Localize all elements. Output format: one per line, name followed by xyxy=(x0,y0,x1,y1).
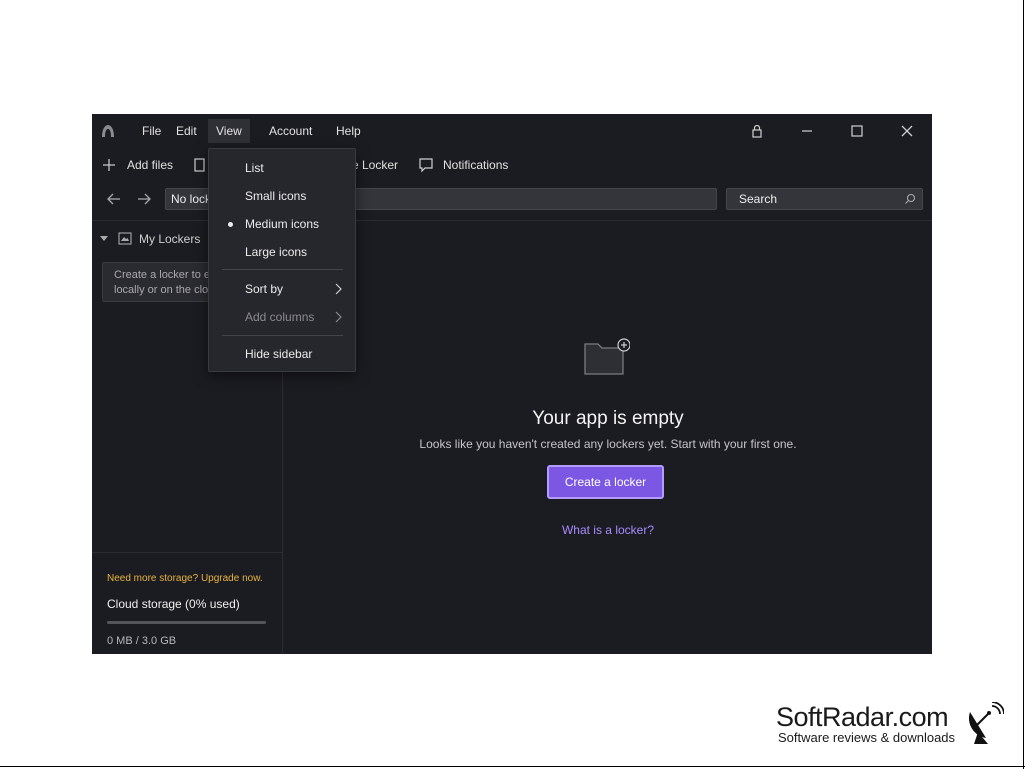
view-menu-add-columns: Add columns xyxy=(245,310,315,324)
add-files-button[interactable]: Add files xyxy=(127,155,173,175)
storage-used-text: 0 MB / 3.0 GB xyxy=(107,635,177,647)
view-menu-large-icons[interactable]: Large icons xyxy=(245,243,307,261)
page-edge-bottom xyxy=(0,766,1025,767)
device-icon xyxy=(194,158,205,172)
storage-progress-bar xyxy=(107,621,266,624)
empty-state-title: Your app is empty xyxy=(532,408,684,429)
view-menu-medium-icons[interactable]: Medium icons xyxy=(245,215,319,233)
locker-button-partial[interactable]: e Locker xyxy=(352,155,398,175)
menu-help[interactable]: Help xyxy=(328,119,369,143)
close-icon[interactable] xyxy=(897,121,917,141)
main-content: Your app is empty Looks like you haven't… xyxy=(284,220,932,654)
page-edge-right xyxy=(1023,0,1024,769)
selected-radio-dot-icon xyxy=(228,222,233,227)
view-menu-dropdown: List Small icons Medium icons Large icon… xyxy=(208,148,356,372)
notification-icon xyxy=(419,158,433,173)
view-menu-small-icons[interactable]: Small icons xyxy=(245,187,306,205)
view-menu-hide-sidebar[interactable]: Hide sidebar xyxy=(245,345,312,363)
create-locker-button[interactable]: Create a locker xyxy=(547,465,664,499)
view-menu-list[interactable]: List xyxy=(245,159,264,177)
caret-down-icon[interactable] xyxy=(100,236,108,241)
watermark-tagline: Software reviews & downloads xyxy=(778,730,956,745)
back-arrow-icon[interactable] xyxy=(105,190,123,208)
search-icon[interactable] xyxy=(904,193,916,205)
app-logo-icon xyxy=(102,125,114,137)
view-menu-sort-by[interactable]: Sort by xyxy=(245,280,283,298)
menu-separator xyxy=(222,335,343,336)
lock-icon[interactable] xyxy=(747,121,767,141)
menu-edit[interactable]: Edit xyxy=(168,119,205,143)
upgrade-link[interactable]: Need more storage? Upgrade now. xyxy=(107,573,263,584)
maximize-icon[interactable] xyxy=(847,121,867,141)
chevron-right-icon xyxy=(335,283,342,295)
forward-arrow-icon[interactable] xyxy=(135,190,153,208)
menu-account[interactable]: Account xyxy=(261,119,320,143)
empty-state-subtitle: Looks like you haven't created any locke… xyxy=(419,437,797,451)
plus-icon xyxy=(103,159,115,171)
menu-separator xyxy=(222,269,343,270)
folder-plus-icon xyxy=(584,338,630,375)
menu-file[interactable]: File xyxy=(134,119,169,143)
storage-title: Cloud storage (0% used) xyxy=(107,597,240,611)
title-bar: File Edit View Account Help xyxy=(92,114,932,148)
satellite-dish-icon xyxy=(968,702,1004,744)
locker-folder-icon xyxy=(118,232,132,245)
minimize-icon[interactable] xyxy=(797,121,817,141)
chevron-right-icon xyxy=(335,311,342,323)
softradar-watermark: SoftRadar.com Software reviews & downloa… xyxy=(776,702,1006,752)
menu-view[interactable]: View xyxy=(208,119,250,143)
what-is-locker-link[interactable]: What is a locker? xyxy=(284,523,932,537)
tree-label: My Lockers xyxy=(139,232,201,246)
notifications-button[interactable]: Notifications xyxy=(443,155,508,175)
storage-panel: Need more storage? Upgrade now. Cloud st… xyxy=(92,552,282,654)
search-input[interactable]: Search xyxy=(726,188,923,210)
search-placeholder: Search xyxy=(739,192,778,206)
watermark-title: SoftRadar.com xyxy=(776,702,949,732)
